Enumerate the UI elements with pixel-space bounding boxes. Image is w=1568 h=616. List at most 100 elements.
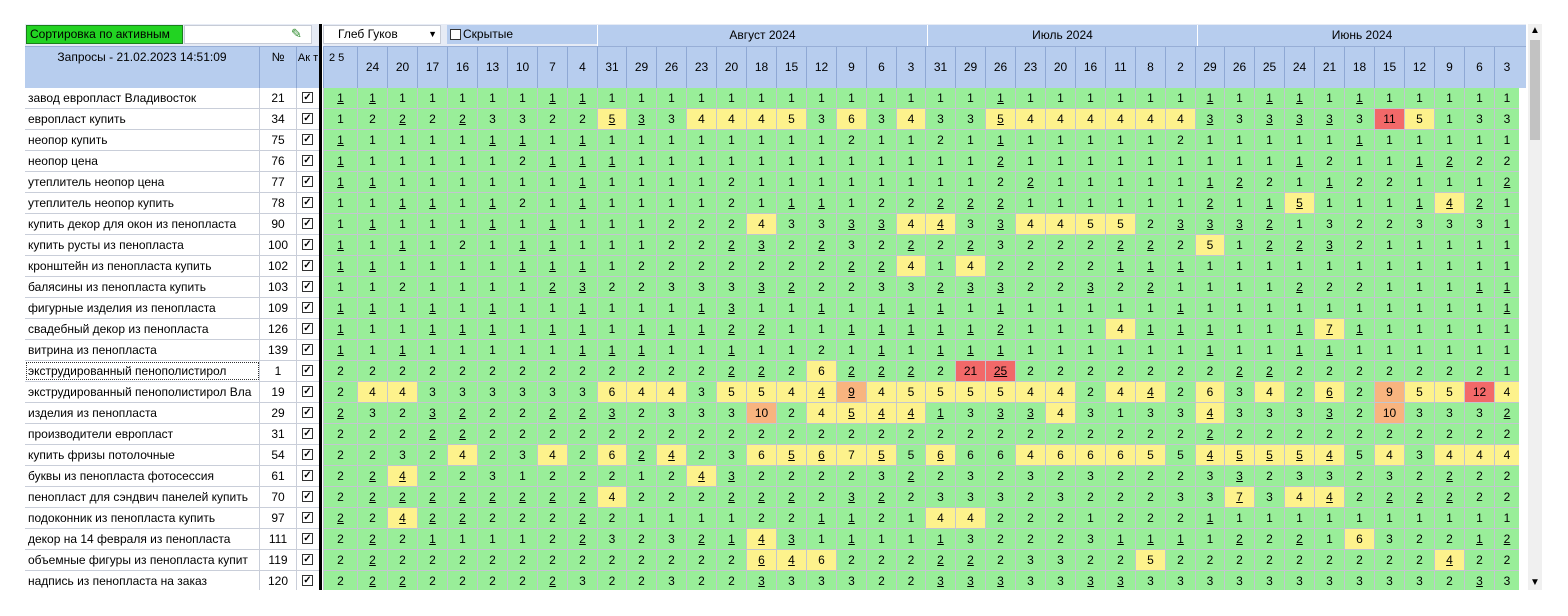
position-cell[interactable]: 2 [1344, 172, 1374, 193]
position-cell[interactable]: 3 [716, 466, 746, 487]
position-cell[interactable]: 1 [1374, 508, 1404, 529]
position-cell[interactable]: 2 [686, 235, 716, 256]
position-cell[interactable]: 1 [1404, 340, 1434, 361]
position-cell[interactable]: 1 [1045, 151, 1075, 172]
position-cell[interactable]: 1 [1135, 340, 1165, 361]
position-cell[interactable]: 2 [597, 571, 626, 590]
position-cell[interactable]: 3 [1224, 403, 1254, 424]
active-checkbox[interactable]: ✓ [302, 260, 313, 271]
position-cell[interactable]: 1 [776, 193, 806, 214]
position-cell[interactable]: 3 [417, 403, 447, 424]
position-cell[interactable]: 1 [1374, 340, 1404, 361]
position-cell[interactable]: 2 [1105, 361, 1135, 382]
position-cell[interactable]: 2 [776, 277, 806, 298]
active-checkbox[interactable]: ✓ [302, 155, 313, 166]
active-checkbox[interactable]: ✓ [302, 197, 313, 208]
position-cell[interactable]: 2 [686, 256, 716, 277]
position-cell[interactable]: 2 [567, 109, 597, 130]
position-cell[interactable]: 2 [357, 529, 387, 550]
position-cell[interactable]: 1 [1135, 172, 1165, 193]
position-cell[interactable]: 2 [1015, 424, 1045, 445]
position-cell[interactable]: 2 [1195, 361, 1224, 382]
position-cell[interactable]: 5 [955, 382, 985, 403]
position-cell[interactable]: 1 [1374, 151, 1404, 172]
position-cell[interactable]: 1 [1284, 508, 1314, 529]
position-cell[interactable]: 2 [1165, 382, 1195, 403]
position-cell[interactable]: 1 [417, 88, 447, 109]
position-cell[interactable]: 2 [656, 424, 686, 445]
position-cell[interactable]: 1 [597, 235, 626, 256]
position-cell[interactable]: 1 [896, 130, 925, 151]
position-cell[interactable]: 1 [1284, 214, 1314, 235]
position-cell[interactable]: 1 [1404, 151, 1434, 172]
position-cell[interactable]: 6 [955, 445, 985, 466]
position-cell[interactable]: 1 [626, 340, 656, 361]
position-cell[interactable]: 1 [806, 172, 836, 193]
position-cell[interactable]: 2 [537, 550, 567, 571]
position-cell[interactable]: 2 [1075, 361, 1105, 382]
position-cell[interactable]: 2 [1254, 214, 1284, 235]
position-cell[interactable]: 2 [1075, 382, 1105, 403]
number-column-header[interactable]: № [260, 47, 297, 89]
position-cell[interactable]: 1 [1135, 193, 1165, 214]
position-cell[interactable]: 2 [866, 235, 896, 256]
date-column-header[interactable]: 12 [1404, 47, 1434, 89]
position-cell[interactable]: 2 [626, 403, 656, 424]
position-cell[interactable]: 1 [507, 319, 537, 340]
position-cell[interactable]: 5 [896, 445, 925, 466]
position-cell[interactable]: 2 [626, 529, 656, 550]
position-cell[interactable]: 4 [746, 529, 776, 550]
position-cell[interactable]: 3 [1015, 466, 1045, 487]
position-cell[interactable]: 2 [955, 550, 985, 571]
position-cell[interactable]: 1 [357, 256, 387, 277]
position-cell[interactable]: 1 [985, 340, 1015, 361]
position-cell[interactable]: 2 [323, 403, 357, 424]
position-cell[interactable]: 2 [1464, 424, 1494, 445]
position-cell[interactable]: 1 [1344, 508, 1374, 529]
query-row[interactable]: подоконник из пенопласта купить 97 ✓ [25, 508, 321, 529]
position-cell[interactable]: 2 [1045, 256, 1075, 277]
position-cell[interactable]: 1 [776, 172, 806, 193]
vertical-scrollbar[interactable]: ▲ ▼ [1528, 24, 1542, 590]
position-cell[interactable]: 1 [656, 88, 686, 109]
query-row[interactable]: объемные фигуры из пенопласта купит 119 ✓ [25, 550, 321, 571]
position-cell[interactable]: 1 [1224, 277, 1254, 298]
position-cell[interactable]: 2 [1284, 424, 1314, 445]
position-cell[interactable]: 1 [1404, 130, 1434, 151]
position-cell[interactable]: 1 [537, 214, 567, 235]
position-cell[interactable]: 1 [1494, 340, 1519, 361]
position-cell[interactable]: 1 [417, 277, 447, 298]
position-cell[interactable]: 2 [537, 508, 567, 529]
date-column-header[interactable]: 9 [1434, 47, 1464, 89]
position-cell[interactable]: 1 [323, 109, 357, 130]
position-cell[interactable]: 4 [866, 382, 896, 403]
position-cell[interactable]: 1 [1165, 340, 1195, 361]
position-cell[interactable]: 1 [985, 130, 1015, 151]
position-cell[interactable]: 1 [1195, 88, 1224, 109]
position-cell[interactable]: 1 [1434, 319, 1464, 340]
position-cell[interactable]: 9 [836, 382, 866, 403]
position-cell[interactable]: 1 [746, 340, 776, 361]
position-cell[interactable]: 1 [1494, 214, 1519, 235]
position-cell[interactable]: 1 [507, 277, 537, 298]
position-cell[interactable]: 2 [985, 529, 1015, 550]
position-cell[interactable]: 1 [567, 130, 597, 151]
active-checkbox[interactable]: ✓ [302, 281, 313, 292]
position-cell[interactable]: 3 [836, 214, 866, 235]
position-cell[interactable]: 2 [1494, 466, 1519, 487]
position-cell[interactable]: 1 [1314, 88, 1344, 109]
position-cell[interactable]: 2 [507, 424, 537, 445]
position-cell[interactable]: 2 [477, 445, 507, 466]
position-cell[interactable]: 2 [1434, 487, 1464, 508]
position-cell[interactable]: 1 [716, 529, 746, 550]
position-cell[interactable]: 1 [776, 151, 806, 172]
position-cell[interactable]: 2 [866, 550, 896, 571]
position-cell[interactable]: 2 [806, 277, 836, 298]
position-cell[interactable]: 3 [1374, 466, 1404, 487]
position-cell[interactable]: 2 [925, 235, 955, 256]
position-cell[interactable]: 1 [1165, 172, 1195, 193]
position-cell[interactable]: 2 [537, 571, 567, 590]
position-cell[interactable]: 1 [447, 88, 477, 109]
query-text[interactable]: купить фризы потолочные [25, 445, 260, 465]
position-cell[interactable]: 2 [1494, 529, 1519, 550]
